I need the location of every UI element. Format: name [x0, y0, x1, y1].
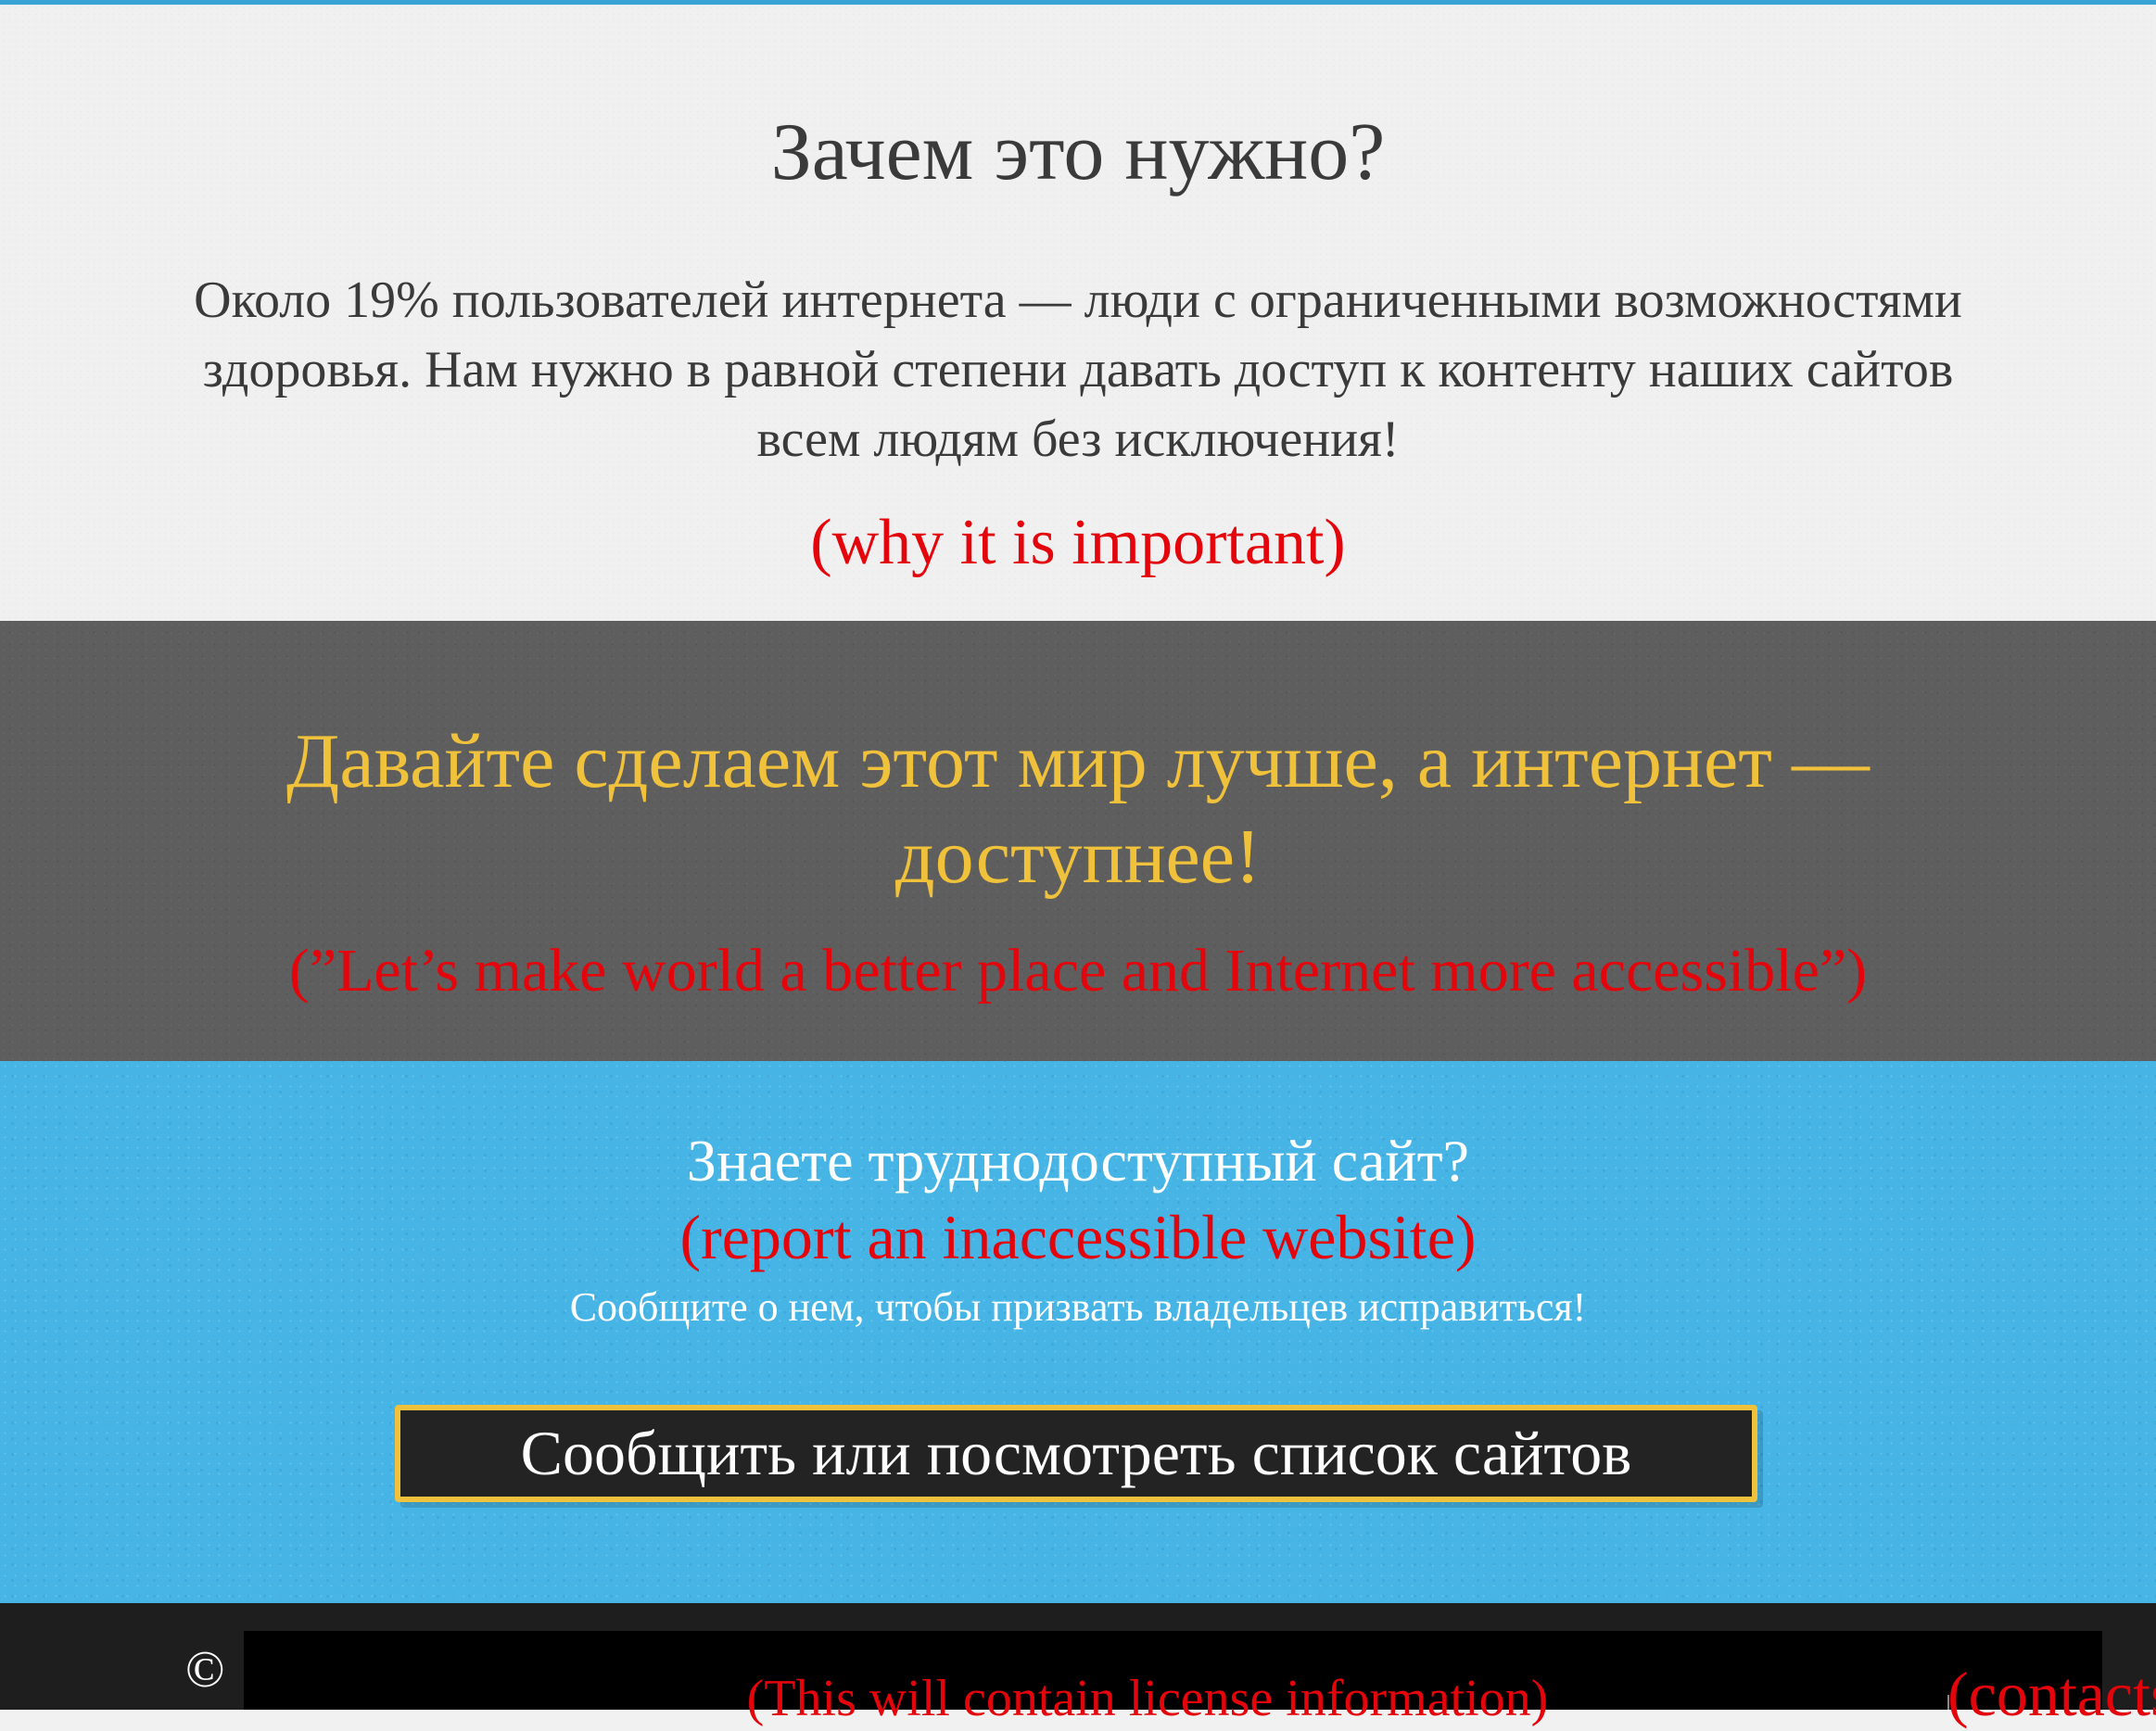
- report-title: Знаете труднодоступный сайт?: [687, 1128, 1469, 1194]
- text-cursor-icon: [1947, 1695, 1949, 1710]
- license-box: (This will contain license information) …: [244, 1631, 2156, 1729]
- report-or-view-sites-button[interactable]: Сообщить или посмотреть список сайтов: [395, 1405, 1757, 1502]
- contacts-link[interactable]: (contacts): [1947, 1657, 2156, 1731]
- report-annotation: (report an inaccessible website): [679, 1202, 1477, 1272]
- call-to-action-annotation: (”Let’s make world a better place and In…: [288, 937, 1868, 1004]
- why-body-text: Около 19% пользователей интернета — люди…: [194, 272, 1962, 468]
- footer: © (This will contain license information…: [0, 1603, 2156, 1729]
- call-to-action-title: Давайте сделаем этот мир лучше, а интерн…: [286, 718, 1870, 900]
- call-to-action-section: Давайте сделаем этот мир лучше, а интерн…: [0, 621, 2156, 1061]
- why-title: Зачем это нужно?: [770, 107, 1386, 197]
- license-text: (This will contain license information): [746, 1670, 1549, 1727]
- why-section: Зачем это нужно? Около 19% пользователей…: [0, 5, 2156, 621]
- why-annotation: (why it is important): [810, 507, 1346, 578]
- report-section: Знаете труднодоступный сайт? (report an …: [0, 1061, 2156, 1603]
- report-subtitle: Сообщите о нем, чтобы призвать владельце…: [569, 1284, 1587, 1330]
- copyright-symbol: ©: [185, 1641, 225, 1699]
